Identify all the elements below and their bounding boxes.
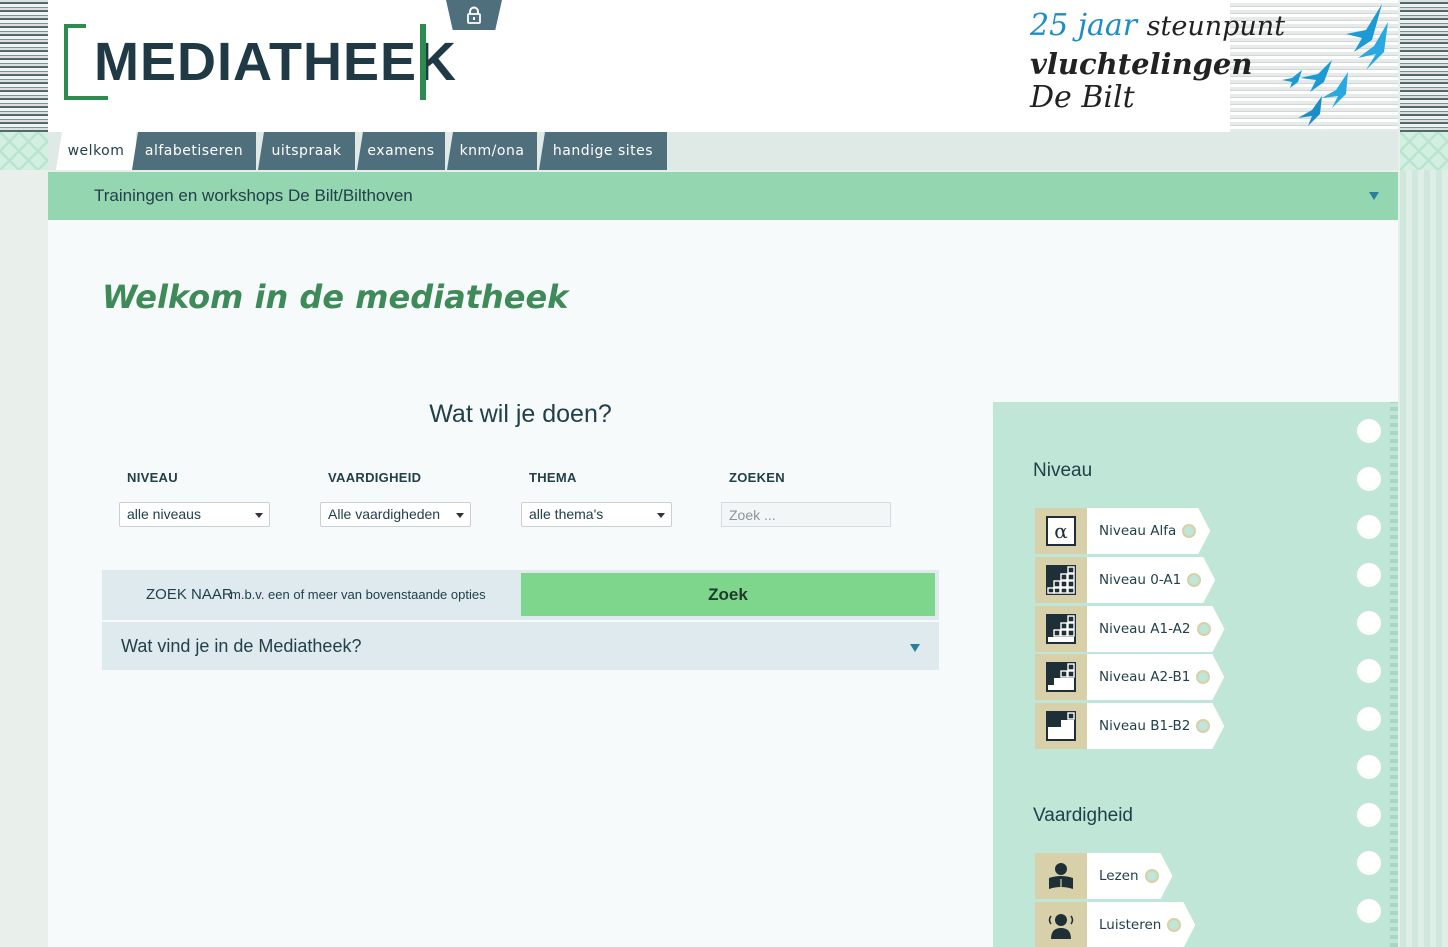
search-input[interactable] <box>721 502 891 527</box>
niveau-heading: Niveau <box>1033 460 1093 481</box>
lezen-filter[interactable]: Lezen <box>1035 853 1173 899</box>
page-title: Welkom in de mediatheek <box>102 278 569 316</box>
caret-down-icon <box>255 513 263 518</box>
birds-icon <box>1282 4 1388 126</box>
wat-vind-je-dropdown[interactable]: Wat vind je in de Mediatheek? <box>102 622 939 670</box>
right-decoration <box>1400 0 1448 947</box>
niveau-select[interactable]: alle niveaus <box>119 502 270 527</box>
filter-indicator <box>1187 573 1201 587</box>
zoek-naar-label: ZOEK NAAR <box>146 586 233 603</box>
lock-icon <box>467 6 481 24</box>
vaardigheid-select[interactable]: Alle vaardigheden <box>320 502 471 527</box>
logo-text: MEDIATHEEK <box>94 32 458 92</box>
level-grid-icon <box>1035 654 1087 700</box>
niveau-0-a1-filter[interactable]: Niveau 0-A1 <box>1035 557 1215 603</box>
filter-indicator <box>1167 918 1181 932</box>
thema-select[interactable]: alle thema's <box>521 502 672 527</box>
level-grid-icon <box>1035 703 1087 749</box>
tab-handige-sites[interactable]: handige sites <box>539 132 667 170</box>
niveau-a1-a2-filter[interactable]: Niveau A1-A2 <box>1035 606 1225 652</box>
zoek-hint: m.b.v. een of meer van bovenstaande opti… <box>230 587 486 602</box>
niveau-alfa-filter[interactable]: α Niveau Alfa <box>1035 508 1210 554</box>
luisteren-filter[interactable]: Luisteren <box>1035 902 1195 947</box>
reading-person-icon <box>1035 853 1087 899</box>
mediatheek-logo[interactable]: MEDIATHEEK <box>64 22 456 102</box>
tab-examens[interactable]: examens <box>357 132 445 170</box>
tab-uitspraak[interactable]: uitspraak <box>258 132 355 170</box>
main-content: Welkom in de mediatheek Wat wil je doen?… <box>48 220 1398 947</box>
listening-person-icon <box>1035 902 1087 947</box>
filter-indicator <box>1197 622 1211 636</box>
filter-panel: Niveau α Niveau Alfa Niveau 0-A1 Niveau … <box>993 402 1398 947</box>
promo-vluchtelingen: vluchtelingen <box>1030 47 1253 81</box>
search-bar: ZOEK NAAR m.b.v. een of meer van bovenst… <box>102 570 939 620</box>
login-tab[interactable] <box>446 0 502 30</box>
promo-debilt: De Bilt <box>1030 80 1135 115</box>
tab-knm-ona[interactable]: knm/ona <box>447 132 537 170</box>
niveau-a2-b1-filter[interactable]: Niveau A2-B1 <box>1035 654 1224 700</box>
left-decoration <box>0 0 48 947</box>
niveau-label: NIVEAU <box>127 470 178 485</box>
alpha-icon: α <box>1035 508 1087 554</box>
trainingen-dropdown[interactable]: Trainingen en workshops De Bilt/Bilthove… <box>48 172 1398 220</box>
tab-alfabetiseren[interactable]: alfabetiseren <box>132 132 256 170</box>
niveau-b1-b2-filter[interactable]: Niveau B1-B2 <box>1035 703 1224 749</box>
trainingen-label: Trainingen en workshops De Bilt/Bilthove… <box>94 186 413 205</box>
thema-label: THEMA <box>529 470 577 485</box>
vaardigheid-heading: Vaardigheid <box>1033 805 1134 826</box>
wat-vind-je-label: Wat vind je in de Mediatheek? <box>121 636 362 656</box>
filter-indicator <box>1196 670 1210 684</box>
filter-indicator <box>1182 524 1196 538</box>
search-heading: Wat wil je doen? <box>429 400 612 428</box>
tab-welkom[interactable]: welkom <box>56 132 136 170</box>
level-grid-icon <box>1035 606 1087 652</box>
caret-down-icon <box>657 513 665 518</box>
anniversary-banner: 25 jaar steunpunt vluchtelingen De Bilt <box>1030 0 1398 132</box>
zoek-button[interactable]: Zoek <box>521 573 935 616</box>
vaardigheid-label: VAARDIGHEID <box>328 470 422 485</box>
main-navigation: welkom alfabetiseren uitspraak examens k… <box>48 132 1398 170</box>
filter-indicator <box>1145 869 1159 883</box>
site-header: MEDIATHEEK 25 jaar steunpunt vluchteling… <box>48 0 1398 132</box>
caret-down-icon <box>456 513 464 518</box>
chevron-down-icon <box>910 644 920 652</box>
svg-text:α: α <box>1054 519 1068 543</box>
filter-indicator <box>1196 719 1210 733</box>
promo-years: 25 jaar <box>1030 8 1138 43</box>
zoeken-label: ZOEKEN <box>729 470 785 485</box>
chevron-down-icon <box>1369 192 1379 200</box>
level-grid-icon <box>1035 557 1087 603</box>
